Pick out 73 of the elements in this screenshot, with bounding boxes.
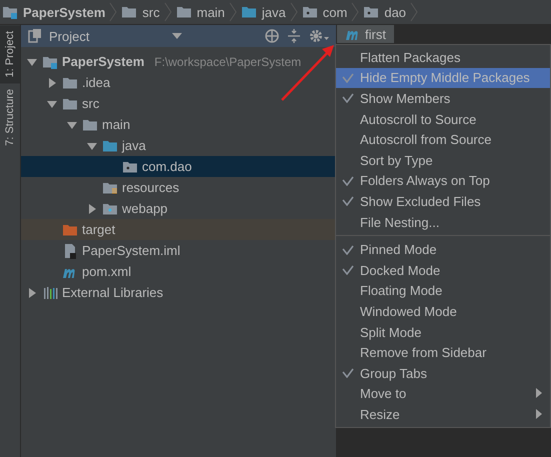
item-label: com.dao xyxy=(142,159,192,174)
menu-item[interactable]: Autoscroll from Source xyxy=(336,129,550,150)
item-label: External Libraries xyxy=(62,285,164,300)
item-label: resources xyxy=(122,180,180,195)
item-label: .idea xyxy=(82,75,110,90)
breadcrumb-item[interactable]: java xyxy=(240,4,286,20)
folder-icon xyxy=(2,4,18,20)
library-icon xyxy=(42,284,58,300)
tree-item[interactable]: .idea xyxy=(21,72,336,93)
collapsed-arrow-icon[interactable] xyxy=(46,76,58,88)
menu-item[interactable]: Group Tabs xyxy=(336,362,550,384)
menu-item[interactable]: Folders Always on Top xyxy=(336,170,550,192)
editor-tab[interactable]: first xyxy=(337,25,394,43)
menu-item[interactable]: Docked Mode xyxy=(336,260,550,281)
chevron-icon xyxy=(228,2,237,22)
item-path: F:\workspace\PaperSystem xyxy=(154,54,302,68)
breadcrumb-item[interactable]: com xyxy=(302,4,348,20)
tree-item[interactable]: target xyxy=(21,219,336,240)
menu-item[interactable]: Show Members xyxy=(336,88,550,109)
chevron-icon xyxy=(290,2,298,22)
folder-icon xyxy=(176,4,192,20)
menu-item[interactable]: Flatten Packages xyxy=(336,47,550,68)
chevron-icon xyxy=(109,2,118,22)
menu-item[interactable]: Pinned Mode xyxy=(336,239,550,260)
tree-item[interactable]: PaperSystem.iml xyxy=(21,240,336,261)
tree-item[interactable]: webapp xyxy=(21,198,336,219)
breadcrumb-item[interactable]: src xyxy=(121,4,160,20)
menu-item[interactable]: Move to xyxy=(336,384,550,404)
menu-item[interactable]: Split Mode xyxy=(336,322,550,342)
item-label: main xyxy=(102,117,130,132)
item-label: java xyxy=(122,138,146,153)
breadcrumb-item[interactable]: PaperSystem xyxy=(2,4,106,20)
breadcrumb-item[interactable]: dao xyxy=(363,4,406,20)
breadcrumb-item[interactable]: main xyxy=(176,4,225,20)
project-icon xyxy=(27,28,43,44)
collapsed-arrow-icon[interactable] xyxy=(86,202,98,214)
folder-icon xyxy=(121,4,138,20)
menu-item[interactable]: Autoscroll to Source xyxy=(336,108,550,130)
tree-item[interactable]: External Libraries xyxy=(21,282,336,303)
chevron-icon xyxy=(164,2,172,22)
item-label: src xyxy=(82,96,100,111)
collapse-icon[interactable] xyxy=(286,28,302,44)
chevron-icon xyxy=(351,2,360,22)
menu-item[interactable]: Sort by Type xyxy=(336,150,550,171)
tool-window-tab[interactable]: 7: Structure xyxy=(0,83,20,152)
tree-item[interactable]: src xyxy=(21,93,336,114)
folder-icon xyxy=(363,4,380,20)
tree-item[interactable]: main xyxy=(21,114,336,135)
item-label: webapp xyxy=(122,201,168,216)
tool-window-tab[interactable]: 1: Project xyxy=(0,25,20,84)
menu-item[interactable]: Remove from Sidebar xyxy=(336,342,550,363)
item-label: target xyxy=(82,222,116,237)
tree-item[interactable]: pom.xml xyxy=(21,261,336,282)
menu-item[interactable]: Show Excluded Files xyxy=(336,191,550,212)
item-label: pom.xml xyxy=(82,264,132,279)
panel-title[interactable]: Project xyxy=(49,28,90,44)
dropdown-caret-icon[interactable] xyxy=(172,33,182,39)
tree-item[interactable]: resources xyxy=(21,177,336,198)
tree-item[interactable]: java xyxy=(21,135,336,156)
menu-item[interactable]: Floating Mode xyxy=(336,280,550,302)
tree-item[interactable]: com.dao xyxy=(21,156,336,177)
folder-icon xyxy=(240,4,257,20)
chevron-icon xyxy=(410,2,418,22)
menu-item[interactable]: Windowed Mode xyxy=(336,301,550,322)
collapsed-arrow-icon[interactable] xyxy=(26,286,38,298)
menu-item[interactable]: Resize xyxy=(336,404,550,425)
menu-item[interactable]: File Nesting... xyxy=(336,212,550,232)
locate-icon[interactable] xyxy=(264,28,280,44)
folder-icon xyxy=(302,4,318,20)
item-label: PaperSystem xyxy=(62,54,144,69)
settings-icon[interactable] xyxy=(308,28,330,44)
item-label: PaperSystem.iml xyxy=(82,243,180,258)
file-icon xyxy=(62,242,78,258)
